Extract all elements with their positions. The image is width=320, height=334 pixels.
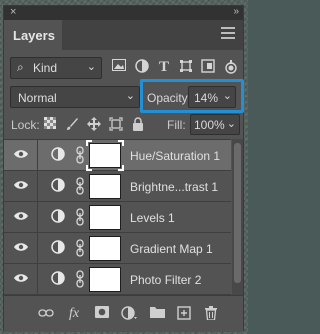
lock-artboard-icon[interactable] — [108, 117, 123, 132]
link-layers-icon[interactable] — [38, 306, 54, 322]
lock-transparency-icon[interactable] — [42, 117, 57, 132]
fill-value: 100% — [194, 118, 225, 132]
layer-name[interactable]: Brightne...trast 1 — [130, 180, 218, 194]
layer-mask-thumbnail[interactable] — [89, 267, 121, 292]
type-filter-icon[interactable]: T — [156, 59, 172, 75]
layer-row[interactable]: Levels 1 — [4, 202, 231, 233]
chevron-down-icon: ⌄ — [86, 61, 96, 73]
divider — [37, 171, 38, 202]
layers-panel: × » Layers ⌕ Kind ⌄ T Normal ⌄ Opacity: … — [3, 5, 244, 332]
mask-link-chain-icon[interactable] — [76, 270, 84, 288]
layer-row[interactable]: Hue/Saturation 1 — [4, 140, 231, 171]
layer-name[interactable]: Hue/Saturation 1 — [130, 149, 220, 163]
layer-mask-thumbnail[interactable] — [89, 174, 121, 199]
layer-mask-thumbnail[interactable] — [89, 143, 121, 168]
layer-mask-thumbnail[interactable] — [89, 236, 121, 261]
blend-mode-select[interactable]: Normal ⌄ — [10, 86, 140, 108]
layer-name[interactable]: Photo Filter 2 — [130, 273, 201, 287]
layer-name[interactable]: Levels 1 — [130, 211, 175, 225]
opacity-label: Opacity: — [147, 91, 192, 105]
delete-layer-icon[interactable] — [203, 306, 219, 322]
filter-kind-value: Kind — [33, 61, 58, 75]
layer-name[interactable]: Gradient Map 1 — [130, 242, 213, 256]
lock-row: Lock: Fill: 100% ⌄ — [4, 113, 243, 137]
layer-row[interactable]: Gradient Map 1 — [4, 233, 231, 264]
visibility-eye-icon[interactable] — [14, 273, 28, 283]
new-group-icon[interactable] — [149, 306, 165, 322]
search-icon: ⌕ — [17, 60, 24, 74]
tab-bar: Layers — [4, 20, 243, 50]
lock-pixels-brush-icon[interactable] — [64, 117, 79, 132]
opacity-value: 14% — [194, 91, 219, 105]
smart-object-filter-icon[interactable] — [200, 59, 216, 75]
lock-label: Lock: — [11, 118, 40, 132]
adjustment-layer-icon — [51, 147, 65, 161]
visibility-eye-icon[interactable] — [14, 211, 28, 221]
new-adjustment-icon[interactable] — [121, 306, 137, 322]
adjustment-layer-icon — [51, 209, 65, 223]
visibility-eye-icon[interactable] — [14, 180, 28, 190]
mask-link-chain-icon[interactable] — [76, 239, 84, 257]
tab-layers[interactable]: Layers — [4, 20, 62, 50]
adjustment-layer-icon — [51, 240, 65, 254]
fill-input[interactable]: 100% ⌄ — [190, 114, 240, 135]
blend-mode-value: Normal — [18, 91, 57, 105]
fill-label: Fill: — [167, 118, 186, 132]
bottom-toolbar: fx — [4, 295, 243, 332]
hamburger-menu-icon[interactable] — [221, 27, 235, 41]
chevron-down-icon[interactable]: ⌄ — [223, 89, 232, 102]
divider — [37, 264, 38, 295]
close-panel-icon[interactable]: × — [10, 6, 16, 18]
chevron-down-icon[interactable]: ⌄ — [227, 117, 236, 130]
panel-title-bar: × » — [4, 6, 243, 20]
blend-row: Normal ⌄ Opacity: 14% ⌄ — [4, 79, 244, 113]
image-filter-icon[interactable] — [111, 59, 127, 75]
filter-row: ⌕ Kind ⌄ T — [4, 52, 243, 82]
scrollbar-thumb[interactable] — [234, 143, 241, 283]
layer-mask-thumbnail[interactable] — [89, 205, 121, 230]
adjustment-layer-icon — [51, 178, 65, 192]
new-layer-icon[interactable] — [176, 306, 192, 322]
mask-link-chain-icon[interactable] — [76, 208, 84, 226]
layers-scrollbar[interactable] — [232, 139, 243, 295]
adjustment-filter-icon[interactable] — [134, 59, 150, 75]
lock-all-icon[interactable] — [130, 117, 145, 132]
divider — [37, 233, 38, 264]
filter-kind-select[interactable]: ⌕ Kind ⌄ — [10, 57, 102, 79]
opacity-input[interactable]: 14% ⌄ — [188, 86, 236, 108]
layer-row[interactable]: Photo Filter 2 — [4, 264, 231, 295]
mask-link-chain-icon[interactable] — [76, 177, 84, 195]
add-mask-icon[interactable] — [94, 306, 110, 322]
visibility-eye-icon[interactable] — [14, 149, 28, 159]
adjustment-layer-icon — [51, 271, 65, 285]
layer-row[interactable]: Brightne...trast 1 — [4, 171, 231, 202]
divider — [37, 202, 38, 233]
filter-toggle-icon[interactable] — [223, 59, 239, 75]
mask-link-chain-icon[interactable] — [76, 146, 84, 164]
chevron-down-icon: ⌄ — [125, 90, 135, 102]
layers-list: Hue/Saturation 1 Brightne...trast 1 Leve… — [4, 139, 231, 295]
lock-position-move-icon[interactable] — [86, 117, 101, 132]
divider — [37, 140, 38, 171]
fx-icon[interactable]: fx — [66, 306, 82, 322]
visibility-eye-icon[interactable] — [14, 242, 28, 252]
collapse-panel-icon[interactable]: » — [233, 6, 238, 17]
shape-filter-icon[interactable] — [178, 59, 194, 75]
